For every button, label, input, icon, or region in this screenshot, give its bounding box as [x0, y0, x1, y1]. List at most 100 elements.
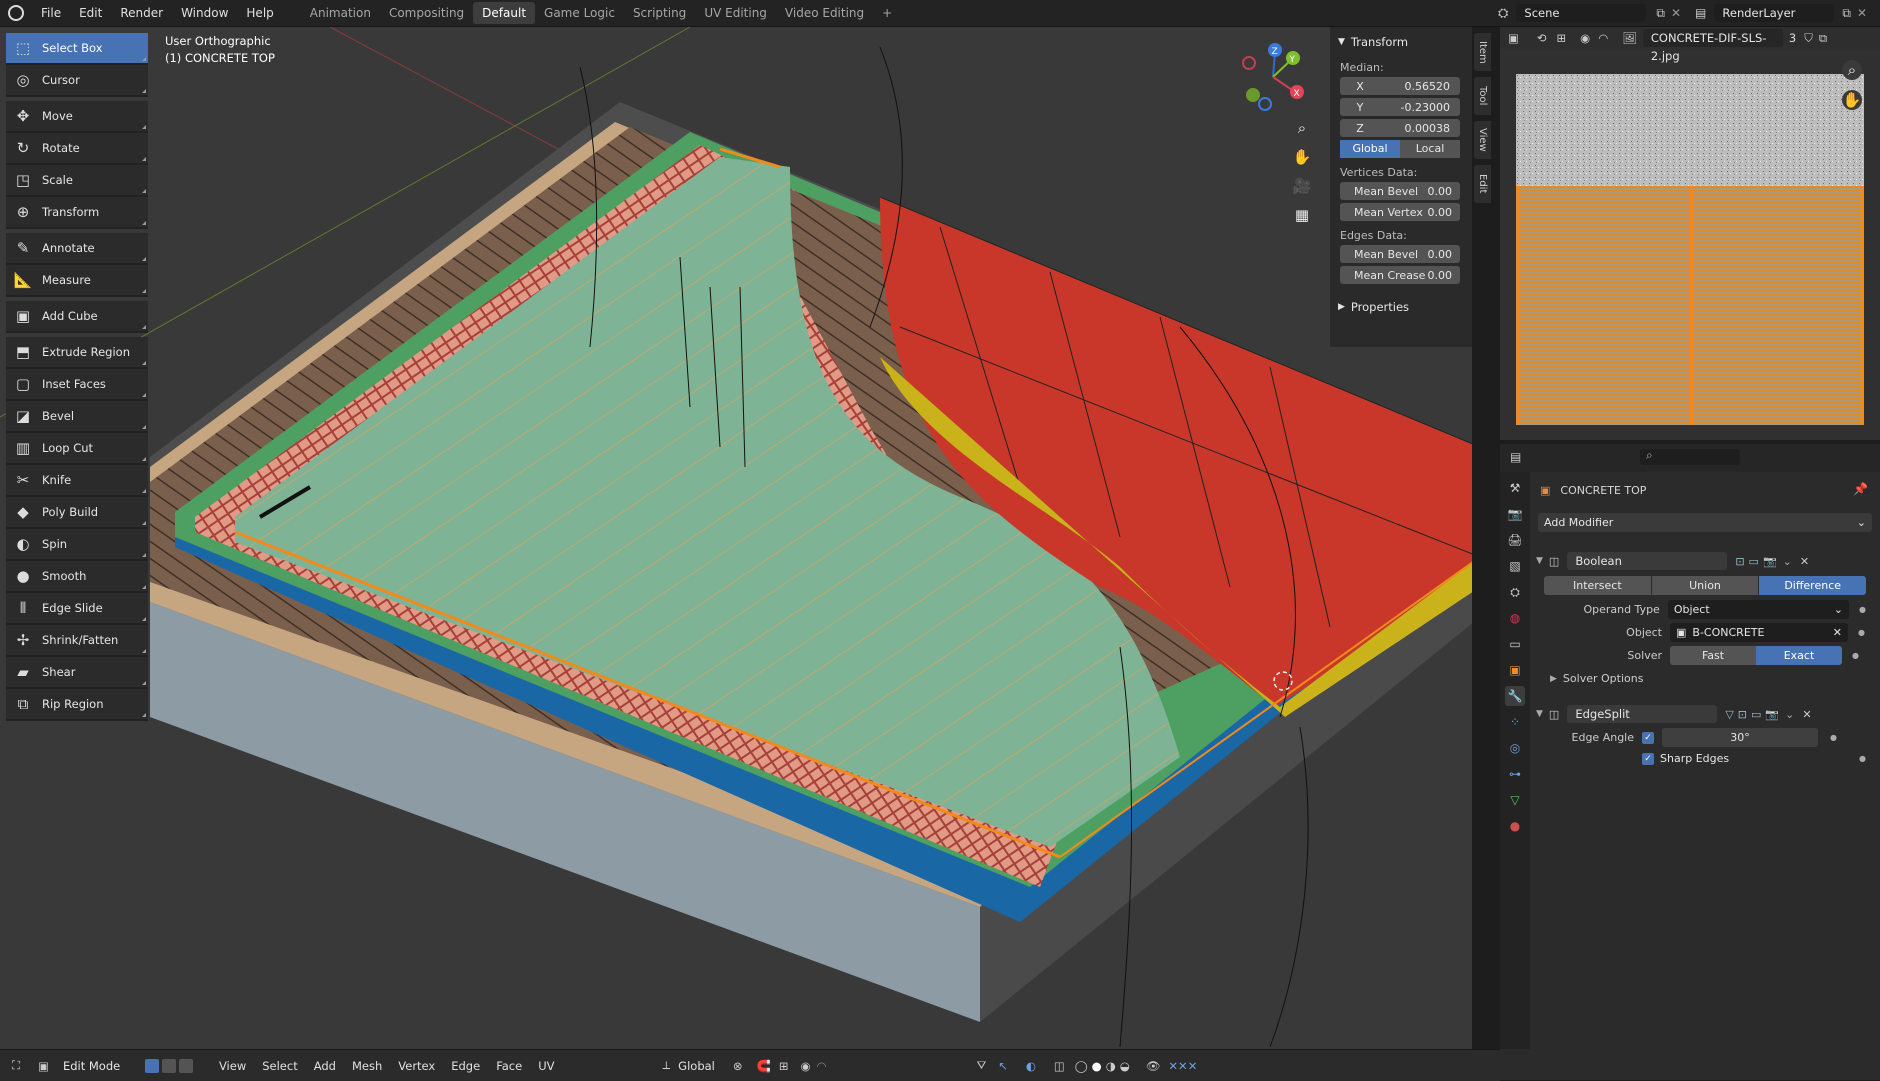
orientation-icon[interactable]: ⟂	[663, 1058, 671, 1073]
workspace-tab-default[interactable]: Default	[473, 2, 536, 24]
select-cursor-icon[interactable]: ↖	[998, 1059, 1008, 1073]
render-layer-icon[interactable]: ▤	[1695, 6, 1706, 20]
scene-selector[interactable]: Scene	[1516, 4, 1647, 22]
bottom-menu-uv[interactable]: UV	[530, 1059, 562, 1073]
tool-knife[interactable]: ✂ Knife	[6, 465, 148, 497]
face-select-icon[interactable]	[178, 1058, 193, 1073]
mean-bevel-edge-field[interactable]: Mean Bevel 0.00	[1340, 245, 1460, 263]
navigation-gizmo[interactable]: Z Y X	[1225, 37, 1315, 117]
tool-bevel[interactable]: ◪ Bevel	[6, 401, 148, 433]
tab-tool[interactable]: Tool	[1474, 77, 1491, 115]
output-props-icon[interactable]: 🖨	[1505, 530, 1525, 550]
view-layer-icon[interactable]: ▧	[1505, 556, 1525, 576]
image-pan-icon[interactable]: ✋	[1842, 90, 1862, 110]
new-layer-icon[interactable]: ⧉	[1842, 6, 1851, 21]
bottom-menu-mesh[interactable]: Mesh	[344, 1059, 390, 1073]
3d-viewport[interactable]: Z Y X ⌕ ✋ 🎥 ▦	[0, 27, 1480, 1049]
orientation-selector[interactable]: Global	[670, 1059, 723, 1073]
camera-view-icon[interactable]: 🎥	[1289, 173, 1315, 199]
tool-edge-slide[interactable]: ⫴ Edge Slide	[6, 593, 148, 625]
intersect-button[interactable]: Intersect	[1544, 576, 1651, 595]
solid-shading-icon[interactable]: ●	[1092, 1059, 1102, 1073]
mean-bevel-vertex-field[interactable]: Mean Bevel 0.00	[1340, 182, 1460, 200]
tool-poly-build[interactable]: ◆ Poly Build	[6, 497, 148, 529]
editmode-toggle-icon[interactable]: ⊡	[1738, 708, 1747, 721]
mean-vertex-field[interactable]: Mean Vertex 0.00	[1340, 203, 1460, 221]
fake-user-icon[interactable]: ⛉	[1804, 31, 1813, 46]
menu-edit[interactable]: Edit	[70, 0, 111, 26]
snap-icon[interactable]: 🧲	[757, 1059, 771, 1073]
tool-shrink-fatten[interactable]: ✢ Shrink/Fatten	[6, 625, 148, 657]
tool-rotate[interactable]: ↻ Rotate	[6, 133, 148, 165]
menu-render[interactable]: Render	[111, 0, 172, 26]
workspace-tab-video-editing[interactable]: Video Editing	[776, 2, 873, 24]
editmode-toggle-icon[interactable]: ⊡	[1735, 555, 1744, 568]
collapse-icon[interactable]: ▼	[1536, 709, 1543, 719]
gizmo-toggle-icon[interactable]: ⛛	[977, 1058, 987, 1073]
wireframe-shading-icon[interactable]: ◯	[1075, 1059, 1088, 1073]
remove-scene-icon[interactable]: ✕	[1671, 6, 1681, 20]
tool-measure[interactable]: 📐 Measure	[6, 265, 148, 297]
mean-crease-field[interactable]: Mean Crease 0.00	[1340, 266, 1460, 284]
workspace-tab-animation[interactable]: Animation	[301, 2, 380, 24]
material-props-icon[interactable]: ●	[1505, 816, 1525, 836]
workspace-tab-compositing[interactable]: Compositing	[380, 2, 473, 24]
modifier-menu-icon[interactable]: ⌄	[1785, 708, 1794, 721]
bottom-menu-view[interactable]: View	[211, 1059, 254, 1073]
data-props-icon[interactable]: ▽	[1505, 790, 1525, 810]
scene-props-icon[interactable]: ⛭	[1505, 582, 1525, 602]
keyframe-dot-icon[interactable]: ●	[1858, 628, 1865, 637]
local-button[interactable]: Local	[1400, 140, 1460, 158]
median-y-field[interactable]: Y -0.23000	[1340, 98, 1460, 116]
image-zoom-icon[interactable]: ⌕	[1842, 60, 1862, 80]
add-modifier-button[interactable]: Add Modifier ⌄	[1538, 513, 1872, 532]
uv-sync-icon[interactable]: ⟲	[1537, 31, 1547, 45]
keyframe-dot-icon[interactable]: ●	[1859, 605, 1866, 614]
median-x-field[interactable]: X 0.56520	[1340, 77, 1460, 95]
ortho-grid-icon[interactable]: ▦	[1289, 202, 1315, 228]
pan-hand-icon[interactable]: ✋	[1289, 144, 1315, 170]
remove-modifier-icon[interactable]: ✕	[1800, 555, 1809, 568]
menu-window[interactable]: Window	[172, 0, 237, 26]
remove-layer-icon[interactable]: ✕	[1857, 6, 1867, 20]
rendered-shading-icon[interactable]: ◒	[1120, 1059, 1130, 1073]
boolean-name-field[interactable]: Boolean	[1567, 552, 1728, 570]
blender-logo-icon[interactable]	[8, 5, 24, 21]
properties-search-input[interactable]	[1640, 449, 1740, 465]
menu-file[interactable]: File	[32, 0, 70, 26]
tool-cursor[interactable]: ◎ Cursor	[6, 65, 148, 97]
image-users-count[interactable]: 3	[1789, 31, 1796, 45]
tool-spin[interactable]: ◐ Spin	[6, 529, 148, 561]
operand-type-select[interactable]: Object ⌄	[1667, 600, 1850, 619]
properties-editor-icon[interactable]: ▤	[1510, 450, 1521, 464]
workspace-tab-uv-editing[interactable]: UV Editing	[695, 2, 776, 24]
world-props-icon[interactable]: ◍	[1505, 608, 1525, 628]
sharp-edges-checkbox[interactable]: ✓	[1642, 752, 1654, 765]
pivot-point-icon[interactable]: ⊗	[733, 1059, 743, 1073]
visibility-icon[interactable]: 👁	[1146, 1059, 1161, 1073]
bottom-menu-edge[interactable]: Edge	[443, 1059, 488, 1073]
render-layer-selector[interactable]: RenderLayer	[1714, 4, 1835, 22]
object-props-icon[interactable]: ▣	[1505, 660, 1525, 680]
keyframe-dot-icon[interactable]: ●	[1852, 651, 1859, 660]
edgesplit-name-field[interactable]: EdgeSplit	[1567, 705, 1718, 723]
viewport-toggle-icon[interactable]: ▭	[1749, 555, 1759, 568]
union-button[interactable]: Union	[1651, 576, 1759, 595]
new-scene-icon[interactable]: ⧉	[1656, 6, 1665, 21]
particles-icon[interactable]: ⁘	[1505, 712, 1525, 732]
material-shading-icon[interactable]: ◑	[1106, 1059, 1116, 1073]
oncage-toggle-icon[interactable]: ▽	[1725, 708, 1733, 721]
tool-props-icon[interactable]: ⚒	[1505, 478, 1525, 498]
render-props-icon[interactable]: 📷	[1505, 504, 1525, 524]
tab-view[interactable]: View	[1474, 121, 1491, 159]
mode-icon[interactable]: ▣	[38, 1059, 49, 1073]
viewport-toggle-icon[interactable]: ▭	[1751, 708, 1761, 721]
global-button[interactable]: Global	[1340, 140, 1400, 158]
proportional-icon[interactable]: ◠	[1598, 31, 1608, 45]
remove-modifier-icon[interactable]: ✕	[1802, 708, 1811, 721]
editor-type-icon[interactable]: ⛶	[12, 1058, 20, 1073]
edge-select-icon[interactable]	[161, 1058, 176, 1073]
image-name-field[interactable]: CONCRETE-DIF-SLS-2.jpg	[1642, 29, 1783, 63]
workspace-tab-scripting[interactable]: Scripting	[624, 2, 695, 24]
solver-exact-button[interactable]: Exact	[1756, 646, 1842, 665]
